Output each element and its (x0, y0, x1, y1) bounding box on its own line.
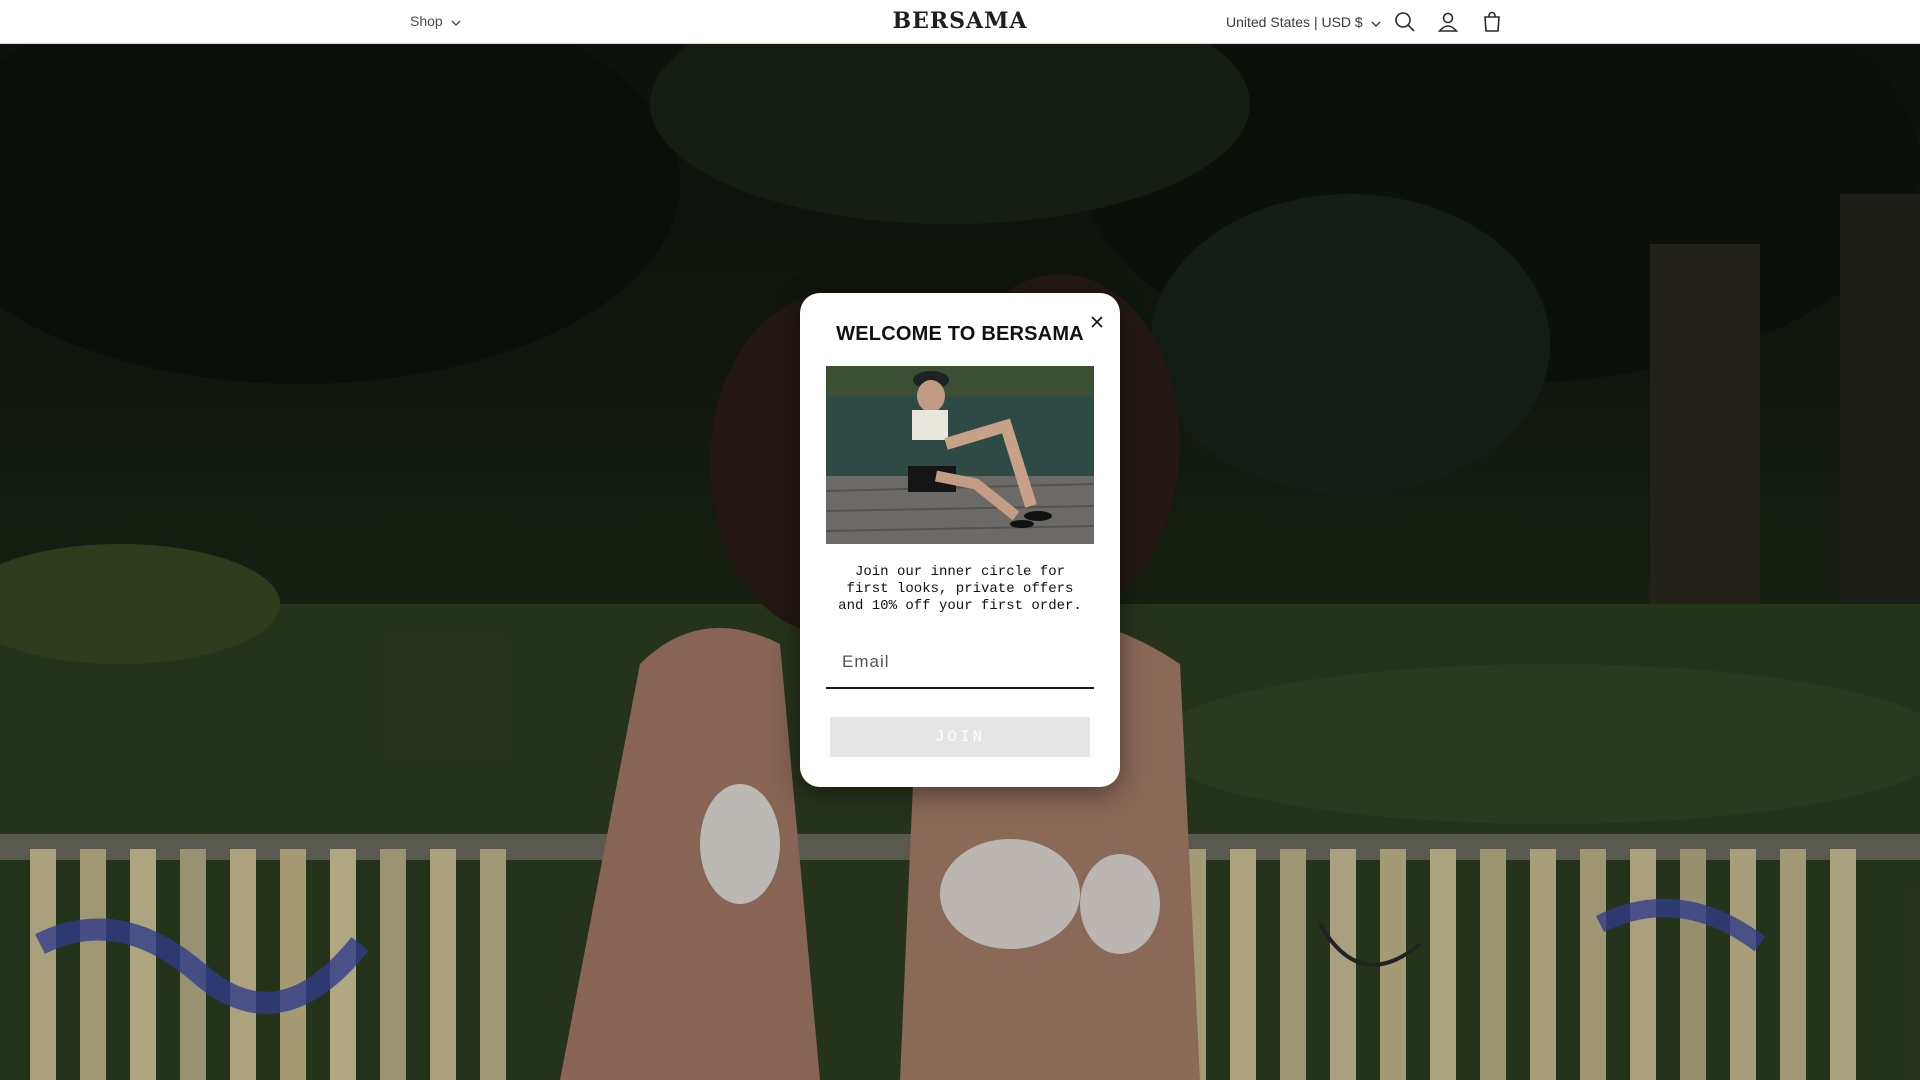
cart-icon[interactable] (1480, 10, 1504, 34)
page: Shop BERSAMA United States | USD $ WELCO… (0, 0, 1920, 1080)
shop-menu-label: Shop (410, 13, 443, 29)
country-currency-selector[interactable]: United States | USD $ (1226, 14, 1381, 30)
chevron-down-icon (1371, 14, 1381, 30)
modal-description: Join our inner circle for first looks, p… (838, 564, 1082, 614)
email-field[interactable] (826, 637, 1094, 689)
modal-promo-image (826, 366, 1094, 544)
currency-label: United States | USD $ (1226, 14, 1363, 30)
modal-title: WELCOME TO BERSAMA (836, 323, 1084, 345)
newsletter-modal: WELCOME TO BERSAMA Join our inner circle… (800, 293, 1120, 787)
shop-menu[interactable]: Shop (410, 13, 461, 29)
site-header: Shop BERSAMA United States | USD $ (0, 0, 1920, 44)
search-icon[interactable] (1393, 10, 1417, 34)
chevron-down-icon (451, 13, 461, 29)
brand-logo[interactable]: BERSAMA (885, 8, 1035, 34)
account-icon[interactable] (1436, 10, 1460, 34)
join-button[interactable]: JOIN (830, 717, 1090, 757)
